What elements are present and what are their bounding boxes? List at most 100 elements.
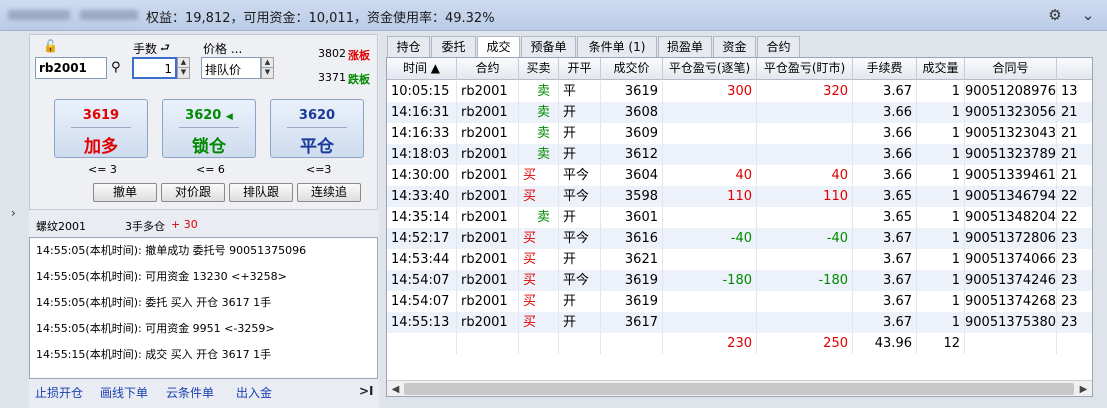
column-header-open-close[interactable]: 开平 [559, 58, 601, 80]
tab-funds[interactable]: 资金 [713, 36, 756, 57]
cell-extra: 21 [1057, 165, 1092, 186]
cell-contract-no: 90051323789 [965, 144, 1057, 165]
lock-position-button[interactable]: 3620 ◀ 锁仓 [162, 99, 256, 158]
contract-input[interactable]: rb2001 [35, 57, 107, 79]
order-panel: 🔓 手数 ⮐ 价格 ... rb2001 ⚲ 1 ▲ ▼ 排队价 ▲ ▼ 3802 … [29, 34, 379, 408]
cell-open-close: 开 [559, 123, 601, 144]
table-row[interactable]: 10:05:15 rb2001 卖平 3619 300 320 3.67 1 900512089… [387, 81, 1092, 102]
cell-pnl-per-trade: 230 [663, 333, 757, 354]
cell-volume: 1 [917, 228, 965, 249]
add-long-limit: <= 3 [88, 163, 117, 176]
limit-up-tag: 涨板 [348, 49, 370, 62]
table-row[interactable]: 14:16:33 rb2001 卖开 3609 3.66 1 90051323043 21 [387, 123, 1092, 144]
cell-pnl-per-trade: -40 [663, 228, 757, 249]
gear-icon[interactable]: ⚙ [1046, 6, 1064, 24]
cell-side: 卖 [519, 102, 559, 123]
stop-loss-open-link[interactable]: 止损开仓 [35, 384, 83, 401]
table-row[interactable]: 14:33:40 rb2001 买平今 3598 110 110 3.65 1 90051346… [387, 186, 1092, 207]
cell-time: 14:18:03 [387, 144, 457, 165]
cell-time: 14:52:17 [387, 228, 457, 249]
column-header-time[interactable]: 时间 ▲ [387, 58, 457, 80]
deposit-withdraw-link[interactable]: 出入金 [236, 384, 272, 401]
cell-contract: rb2001 [457, 123, 519, 144]
tab-trades[interactable]: 成交 [477, 36, 520, 58]
cell-volume: 1 [917, 123, 965, 144]
cell-time: 10:05:15 [387, 81, 457, 102]
position-holding: 3手多仓 [125, 220, 165, 233]
expand-arrow-icon[interactable]: › [11, 206, 16, 220]
table-row[interactable]: 14:54:07 rb2001 买平今 3619 -180 -180 3.67 1 900513… [387, 270, 1092, 291]
cell-open-close: 平今 [559, 165, 601, 186]
column-header-price[interactable]: 成交价 [601, 58, 663, 80]
lock-position-label: 锁仓 [192, 137, 226, 157]
column-header-side[interactable]: 买卖 [519, 58, 559, 80]
cell-open-close: 开 [559, 312, 601, 333]
add-long-label: 加多 [84, 137, 118, 157]
return-icon[interactable]: ⮐ [160, 39, 170, 58]
draw-line-order-link[interactable]: 画线下单 [100, 384, 148, 401]
table-row[interactable]: 14:52:17 rb2001 买平今 3616 -40 -40 3.67 1 90051372… [387, 228, 1092, 249]
tab-contracts[interactable]: 合约 [757, 36, 800, 57]
table-row[interactable]: 14:53:44 rb2001 买开 3621 3.67 1 90051374066 23 [387, 249, 1092, 270]
lock-position-limit: <= 6 [196, 163, 225, 176]
cell-side: 卖 [519, 207, 559, 228]
position-contract-name: 螺纹2001 [36, 220, 86, 233]
close-position-label: 平仓 [300, 137, 334, 157]
cell-fee: 3.66 [853, 144, 917, 165]
table-row[interactable]: 14:18:03 rb2001 卖开 3612 3.66 1 90051323789 21 [387, 144, 1092, 165]
table-row[interactable]: 14:54:07 rb2001 买开 3619 3.67 1 90051374268 23 [387, 291, 1092, 312]
column-header-pnl-per-trade[interactable]: 平仓盈亏(逐笔) [663, 58, 757, 80]
price-type-select[interactable]: 排队价 [201, 57, 261, 79]
follow-queue-price-button[interactable]: 排队跟 [229, 183, 293, 202]
cell-side: 买 [519, 228, 559, 249]
price-label[interactable]: 价格 ... [203, 40, 242, 57]
cell-open-close: 开 [559, 291, 601, 312]
cell-time: 14:35:14 [387, 207, 457, 228]
column-header-extra[interactable] [1057, 58, 1092, 80]
close-position-button[interactable]: 3620 平仓 [270, 99, 364, 158]
cell-open-close [559, 333, 601, 354]
totals-row: 230 250 43.96 12 [387, 333, 1092, 354]
table-row[interactable]: 14:16:31 rb2001 卖开 3608 3.66 1 90051323056 21 [387, 102, 1092, 123]
add-long-button[interactable]: 3619 加多 [54, 99, 148, 158]
tab-stop-profit-orders[interactable]: 损盈单 [658, 36, 712, 57]
column-header-contract-no[interactable]: 合同号 [965, 58, 1057, 80]
continuous-chase-button[interactable]: 连续追 [297, 183, 361, 202]
scrollbar-thumb[interactable] [404, 383, 1074, 395]
horizontal-scrollbar[interactable]: ◀ ▶ [387, 380, 1092, 396]
cloud-condition-order-link[interactable]: 云条件单 [166, 384, 214, 401]
cell-pnl-per-trade [663, 207, 757, 228]
column-header-contract[interactable]: 合约 [457, 58, 519, 80]
tab-positions[interactable]: 持仓 [387, 36, 430, 57]
search-icon[interactable]: ⚲ [111, 60, 121, 75]
qty-input[interactable]: 1 [132, 57, 177, 79]
table-row[interactable]: 14:35:14 rb2001 卖开 3601 3.65 1 90051348204 22 [387, 207, 1092, 228]
cell-pnl-mark-to-market: 40 [757, 165, 853, 186]
tab-prepared-orders[interactable]: 预备单 [521, 36, 576, 57]
cancel-order-button[interactable]: 撤单 [93, 183, 157, 202]
table-row[interactable]: 14:55:13 rb2001 买开 3617 3.67 1 90051375380 23 [387, 312, 1092, 333]
table-row[interactable]: 14:30:00 rb2001 买平今 3604 40 40 3.66 1 9005133946… [387, 165, 1092, 186]
scroll-left-icon[interactable]: ◀ [387, 381, 404, 396]
cell-pnl-mark-to-market [757, 291, 853, 312]
cell-pnl-per-trade [663, 123, 757, 144]
collapse-panel-icon[interactable]: >I [359, 384, 374, 398]
cell-price: 3617 [601, 312, 663, 333]
column-header-pnl-mark-to-market[interactable]: 平仓盈亏(盯市) [757, 58, 853, 80]
cell-contract-no: 90051372806 [965, 228, 1057, 249]
collapse-icon[interactable]: ⌄ [1079, 6, 1097, 24]
price-stepper[interactable]: ▲ ▼ [261, 57, 274, 79]
tab-orders[interactable]: 委托 [431, 36, 476, 57]
scroll-right-icon[interactable]: ▶ [1075, 381, 1092, 396]
column-header-fee[interactable]: 手续费 [853, 58, 917, 80]
unlock-icon[interactable]: 🔓 [43, 39, 58, 53]
cell-side: 卖 [519, 144, 559, 165]
follow-counter-price-button[interactable]: 对价跟 [161, 183, 225, 202]
cell-price: 3601 [601, 207, 663, 228]
column-header-volume[interactable]: 成交量 [917, 58, 965, 80]
cell-volume: 12 [917, 333, 965, 354]
qty-stepper[interactable]: ▲ ▼ [177, 57, 190, 79]
tab-conditional-orders[interactable]: 条件单 (1) [577, 36, 657, 57]
cell-contract [457, 333, 519, 354]
cell-side: 买 [519, 249, 559, 270]
